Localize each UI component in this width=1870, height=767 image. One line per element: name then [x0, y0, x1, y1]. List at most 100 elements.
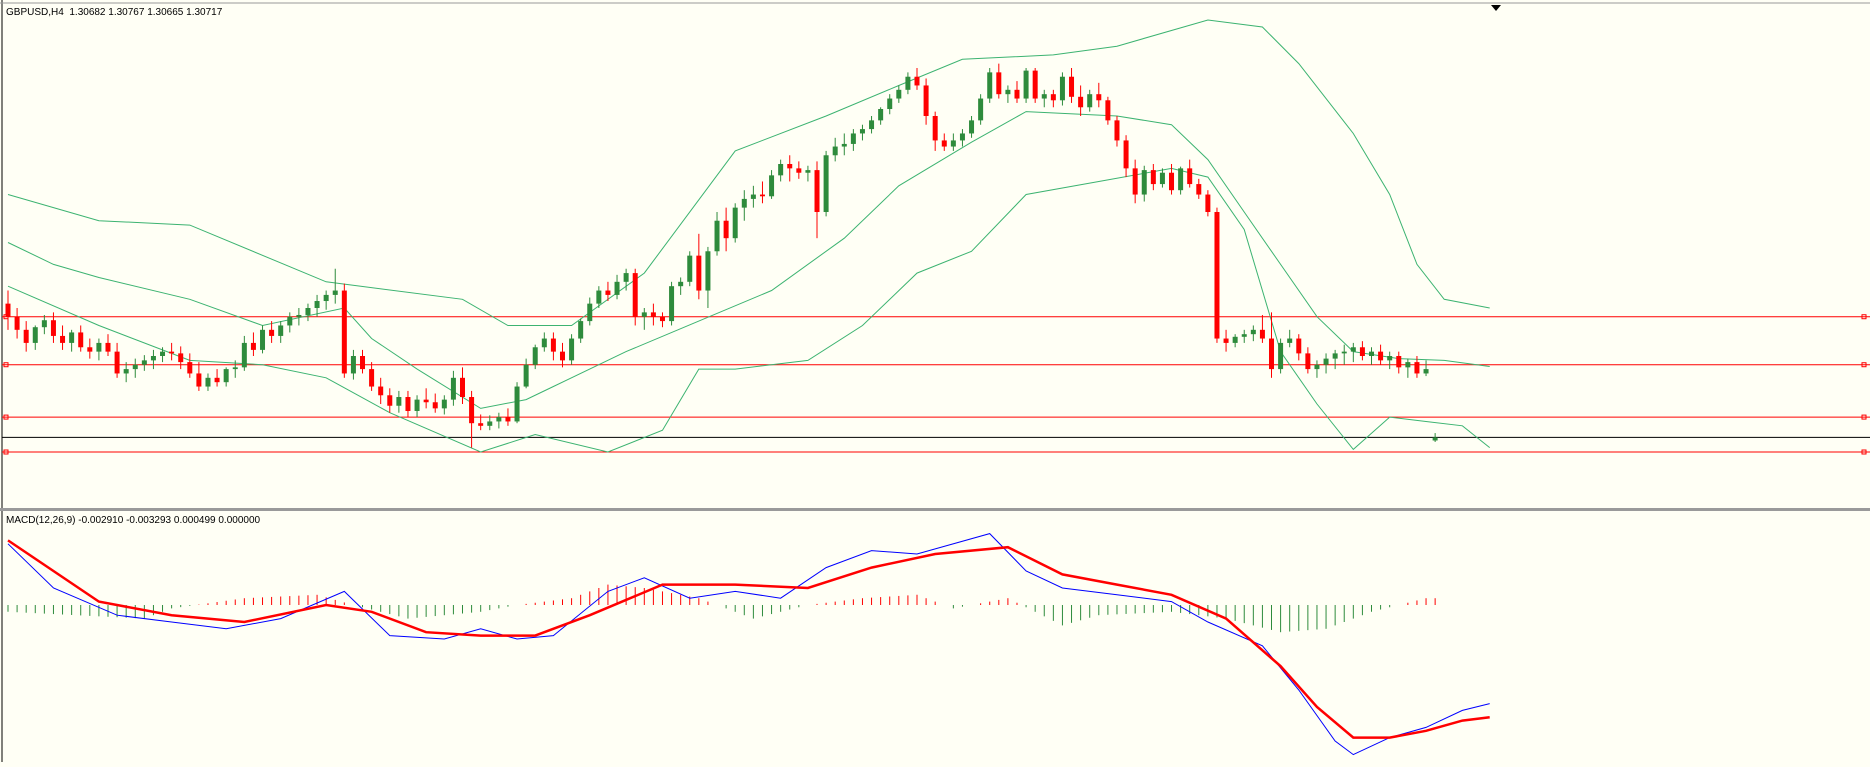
candle-body	[659, 316, 665, 322]
candle-body	[323, 294, 329, 302]
candle-body	[1114, 120, 1120, 141]
candle	[687, 251, 693, 287]
candle-body	[1096, 94, 1102, 101]
candle-body	[541, 338, 547, 348]
candle-body	[769, 175, 775, 197]
candle-body	[1359, 347, 1365, 356]
candle-body	[959, 133, 965, 141]
pane-separator[interactable]	[0, 508, 1870, 511]
candle-body	[105, 342, 111, 352]
candle-body	[360, 356, 366, 370]
candle-body	[832, 146, 838, 156]
candle-body	[132, 364, 138, 370]
candle-body	[178, 353, 184, 363]
candle-body	[96, 342, 102, 352]
candle-body	[1069, 76, 1075, 97]
candle-body	[696, 255, 702, 291]
candle-body	[32, 327, 38, 343]
candle-body	[287, 316, 293, 326]
candle-body	[278, 325, 284, 336]
candle-body	[450, 377, 456, 400]
candle-body	[1132, 168, 1138, 195]
candle-body	[1378, 351, 1384, 361]
candle-body	[996, 72, 1002, 95]
candle-body	[569, 338, 575, 361]
candle-body	[1050, 94, 1056, 101]
candle-body	[632, 273, 638, 317]
candle-body	[1014, 89, 1020, 99]
candle-body	[787, 164, 793, 169]
candle-body	[1269, 338, 1275, 370]
candle-body	[1205, 194, 1211, 212]
candle-body	[87, 347, 93, 352]
candle-body	[969, 120, 975, 134]
candle-body	[196, 373, 202, 387]
candle-body	[550, 338, 556, 352]
candle-body	[1059, 76, 1065, 101]
candle-body	[978, 98, 984, 121]
candle-body	[1105, 100, 1111, 121]
candle-body	[250, 342, 256, 350]
candle-body	[23, 329, 29, 343]
candle-body	[114, 351, 120, 374]
candle-body	[869, 120, 875, 130]
candle-body	[414, 399, 420, 411]
candle-body	[1241, 334, 1247, 337]
candle-body	[1041, 94, 1047, 99]
candle-body	[5, 303, 11, 317]
candle-body	[514, 386, 520, 422]
candle-body	[914, 76, 920, 86]
candle	[669, 281, 675, 326]
candle-body	[905, 76, 911, 90]
chart-canvas[interactable]	[0, 0, 1870, 762]
candle-body	[750, 194, 756, 199]
candle-body	[150, 356, 156, 361]
candle-body	[50, 320, 56, 336]
candle-body	[69, 332, 75, 343]
candle-body	[932, 116, 938, 141]
candle-body	[387, 395, 393, 406]
candle-body	[332, 290, 338, 295]
candle-body	[305, 308, 311, 315]
candle-body	[1314, 364, 1320, 370]
candle-body	[1350, 347, 1356, 352]
candle-body	[559, 351, 565, 361]
candle-body	[432, 402, 438, 409]
candle-body	[859, 129, 865, 134]
candle-body	[587, 303, 593, 322]
candle-body	[841, 143, 847, 147]
candle-body	[814, 170, 820, 212]
candle-body	[378, 386, 384, 396]
candle-body	[396, 397, 402, 406]
candle-body	[1278, 342, 1284, 370]
candle-body	[1423, 369, 1429, 374]
candle-body	[1341, 351, 1347, 354]
candle-body	[169, 351, 175, 354]
candle-body	[260, 329, 266, 350]
candle-body	[1187, 168, 1193, 185]
candle-body	[314, 301, 320, 308]
candle-body	[1196, 184, 1202, 195]
candle-body	[596, 290, 602, 304]
candle-body	[823, 155, 829, 212]
candle-body	[850, 133, 856, 144]
candle-body	[923, 85, 929, 116]
candle-body	[1032, 70, 1038, 99]
candle-body	[1259, 329, 1265, 339]
candle-body	[369, 369, 375, 387]
candle-body	[532, 347, 538, 365]
candle	[987, 68, 993, 103]
candle-body	[487, 421, 493, 426]
candle-body	[523, 364, 529, 387]
candle-body	[805, 170, 811, 173]
candle-body	[141, 360, 147, 365]
candle	[978, 94, 984, 125]
candle-body	[1005, 89, 1011, 95]
candle-body	[1250, 329, 1256, 335]
candle-body	[732, 207, 738, 239]
candle-body	[460, 377, 465, 398]
candle	[514, 382, 520, 424]
candle-body	[469, 397, 475, 424]
candle-body	[705, 251, 711, 291]
candle-body	[160, 351, 166, 356]
